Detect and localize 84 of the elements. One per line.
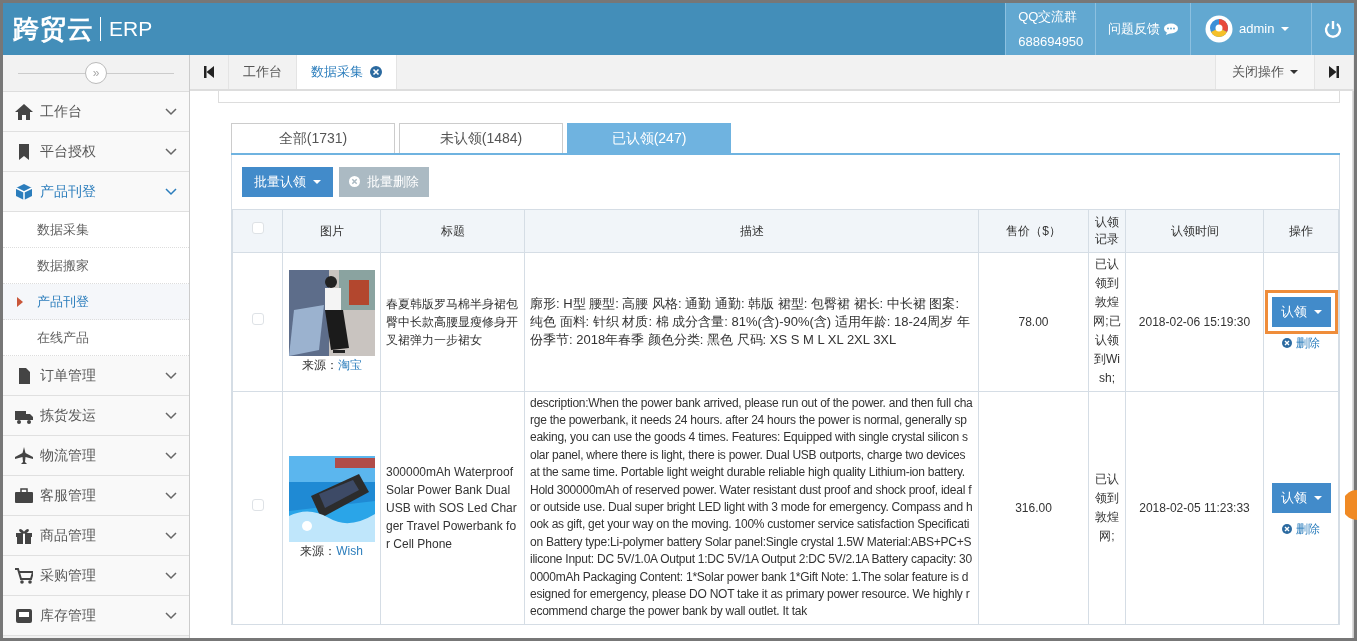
sidebar-item[interactable]: 物流管理 xyxy=(3,436,189,476)
last-page-icon[interactable] xyxy=(1329,66,1339,78)
sidebar-item[interactable]: 平台授权 xyxy=(3,132,189,172)
sidebar-item[interactable]: 库存管理 xyxy=(3,596,189,636)
chevron-icon xyxy=(165,491,177,500)
column-header: 描述 xyxy=(524,209,979,252)
caret-icon xyxy=(1313,496,1322,501)
chevron-icon xyxy=(165,571,177,580)
close-menu-dropdown[interactable]: 关闭操作 xyxy=(1214,55,1315,89)
close-icon xyxy=(1282,337,1293,348)
sidebar-subitem[interactable]: 产品刊登 xyxy=(3,284,189,320)
caret-icon xyxy=(1313,310,1322,314)
chevron-icon xyxy=(165,187,177,196)
logo: 跨贸云 xyxy=(12,12,95,46)
price: 316.00 xyxy=(1015,500,1052,515)
price: 78.00 xyxy=(1018,314,1049,329)
sidebar-subitem[interactable]: 数据采集 xyxy=(3,212,189,248)
product-description: 廓形: H型 腰型: 高腰 风格: 通勤 通勤: 韩版 裙型: 包臀裙 裙长: 中长裙 图案: 纯色 面料: 针织 材质: 棉 成分含量: 81%(含)-90%(含) 适用年龄: 18-24周岁 年份季节: 2018年春季 颜色分类: 黑色 尺码: XS S M L XL 2XL 3XL xyxy=(529,294,971,349)
sidebar-item[interactable]: 产品刊登 xyxy=(3,172,189,212)
row-checkbox[interactable] xyxy=(251,498,264,511)
qq-group-number: 688694950 xyxy=(1018,33,1084,51)
sidebar-item[interactable]: 工作台 xyxy=(3,92,189,132)
chevron-icon xyxy=(165,611,177,620)
source-link[interactable]: 淘宝 xyxy=(337,357,362,372)
product-name: ERP xyxy=(100,17,153,41)
chevron-icon xyxy=(165,451,177,460)
column-header: 图片 xyxy=(282,209,381,252)
batch-claim-button[interactable]: 批量认领 xyxy=(242,167,333,197)
product-description: description:When the power bank arrived, please run out of the power. and then full charge the powerbank, it needs 24 hours. after 24 hours the power is normal, generally speaking, you can use the goods 4 times. Features: Equipped with single crystal silicon solar panel, where there is light, there is power. Dual USB outports, charge two devices at the same time. Portable light weight durable reliable high quality Lithium-ion battery. Hold 300000mAh of reserved power. Water resistant dust proof and shock proof, ideal for outside use. Dual super bright LED light with 3 mode for emergency. Compass and hook as gift, get your way on the moving. 100% customer service satisfaction Specification Battery type:Li-polymer battery Solar panel:Single crystal 1.5W Material:ABS+PC+Silicone Input: DC 5V/1.0A Output 1:DC 5V/1A Output 2:DC 5V/2.1A Battery capacity: 300000mAh Packaging Content: 1*Solar power bank 1*Gift Note: 1.The solar feature is designed for emergency, please DO NOT take it as primary power resource. We highly recommend charge the power bank by wall outlet. It tak xyxy=(529,394,974,621)
product-title: 300000mAh Waterproof Solar Power Bank Dual USB with SOS Led Charger Travel Powerbank for Cell Phone xyxy=(386,463,518,553)
claim-button[interactable]: 认领 xyxy=(1272,483,1331,513)
sidebar-item[interactable]: 商品管理 xyxy=(3,516,189,556)
claim-record: 已认领到敦煌网;已认领到Wish; xyxy=(1092,256,1122,387)
avatar-icon xyxy=(1204,15,1233,43)
column-header: 认领时间 xyxy=(1125,209,1264,252)
delete-link[interactable]: 删除 xyxy=(1282,333,1320,352)
float-widget-icon[interactable] xyxy=(1345,490,1357,520)
power-icon[interactable] xyxy=(1324,20,1342,38)
claim-time: 2018-02-05 11:23:33 xyxy=(1139,500,1250,515)
sidebar-item[interactable]: 订单管理 xyxy=(3,356,189,396)
cart-icon xyxy=(15,566,33,585)
source-link[interactable]: Wish xyxy=(336,543,363,558)
close-icon xyxy=(349,176,360,188)
gift-icon xyxy=(15,526,33,545)
close-icon xyxy=(1282,523,1293,534)
chevron-icon xyxy=(165,411,177,420)
box-icon xyxy=(15,606,33,625)
sidebar-item[interactable]: 客服管理 xyxy=(3,476,189,516)
sidebar-item[interactable]: 采购管理 xyxy=(3,556,189,596)
briefcase-icon xyxy=(15,486,33,505)
filter-tab[interactable]: 未认领(1484) xyxy=(399,123,563,153)
source-label: 来源： xyxy=(301,357,338,372)
select-all-checkbox[interactable] xyxy=(251,221,264,234)
plane-icon xyxy=(15,446,33,465)
filter-tab[interactable]: 全部(1731) xyxy=(231,123,395,153)
column-header: 售价（$） xyxy=(978,209,1089,252)
claim-time: 2018-02-06 15:19:30 xyxy=(1138,314,1251,329)
column-header: 认领记录 xyxy=(1088,209,1126,252)
row-checkbox[interactable] xyxy=(251,312,264,325)
source-label: 来源： xyxy=(300,543,337,558)
sidebar-subitem[interactable]: 数据搬家 xyxy=(3,248,189,284)
home-icon xyxy=(15,102,33,121)
chevron-icon xyxy=(165,531,177,540)
sidebar-subitem[interactable]: 在线产品 xyxy=(3,320,189,356)
chat-icon xyxy=(1163,23,1178,35)
column-header: 标题 xyxy=(380,209,525,252)
product-title: 春夏韩版罗马棉半身裙包臀中长款高腰显瘦修身开叉裙弹力一步裙女 xyxy=(386,295,519,349)
claim-button[interactable]: 认领 xyxy=(1272,297,1331,327)
page-tab[interactable]: 数据采集 xyxy=(297,55,397,89)
chevron-icon xyxy=(165,147,177,156)
qq-group-label: QQ交流群 xyxy=(1018,7,1078,26)
caret-icon xyxy=(1281,27,1289,31)
active-marker-icon xyxy=(17,297,23,307)
caret-icon xyxy=(312,179,321,184)
caret-icon xyxy=(1290,70,1298,74)
claim-record: 已认领到敦煌网; xyxy=(1094,470,1120,545)
close-icon[interactable] xyxy=(369,66,382,78)
delete-link[interactable]: 删除 xyxy=(1282,519,1320,538)
chevron-icon xyxy=(165,371,177,380)
chevron-icon xyxy=(165,107,177,116)
column-header: 操作 xyxy=(1263,209,1339,252)
first-page-icon[interactable] xyxy=(204,66,214,78)
cube-icon xyxy=(15,182,33,201)
sidebar-item[interactable]: 拣货发运 xyxy=(3,396,189,436)
